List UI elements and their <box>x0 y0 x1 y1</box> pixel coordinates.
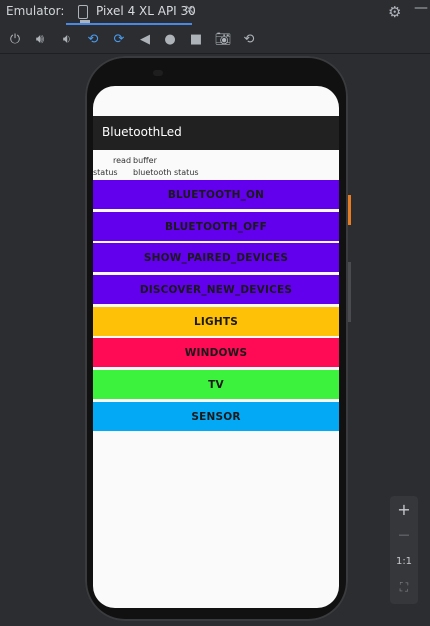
emulator-label: Emulator: <box>6 4 65 18</box>
windows-button[interactable]: WINDOWS <box>93 338 339 367</box>
overview-icon[interactable]: ■ <box>187 30 205 48</box>
tab-close-icon[interactable]: × <box>184 2 196 18</box>
zoom-controls: + — 1:1 ⛶ <box>390 496 418 604</box>
volume-side-button <box>348 262 351 322</box>
emulator-title-bar: Emulator: Pixel 4 XL API 30 × ⚙ — <box>0 0 430 25</box>
bluetooth-off-button[interactable]: BLUETOOTH_OFF <box>93 212 339 241</box>
volume-down-icon[interactable]: 🔉︎ <box>58 30 76 48</box>
app-bar: BluetoothLed <box>93 116 339 150</box>
camera-icon[interactable]: 📷︎ <box>214 30 232 48</box>
power-side-button <box>348 195 351 225</box>
device-tab[interactable]: Pixel 4 XL API 30 × <box>66 0 196 25</box>
bluetooth-status-label: bluetooth status <box>133 168 199 177</box>
fit-screen-icon[interactable]: ⛶ <box>390 580 418 595</box>
home-icon[interactable]: ● <box>161 30 179 48</box>
read-label: read <box>113 156 132 165</box>
front-camera <box>153 70 163 76</box>
device-tab-label: Pixel 4 XL API 30 <box>96 4 196 18</box>
zoom-1-1-button[interactable]: 1:1 <box>390 556 418 567</box>
volume-up-icon[interactable]: 🔊︎ <box>31 30 49 48</box>
app-title: BluetoothLed <box>102 125 182 139</box>
back-icon[interactable]: ◀ <box>136 30 154 48</box>
buffer-label: buffer <box>133 156 157 165</box>
bluetooth-on-button[interactable]: BLUETOOTH_ON <box>93 180 339 209</box>
show-paired-devices-button[interactable]: SHOW_PAIRED_DEVICES <box>93 243 339 272</box>
snapshot-icon[interactable]: ⟲ <box>240 30 258 48</box>
zoom-in-button[interactable]: + <box>390 500 418 519</box>
rotate-left-icon[interactable]: ⟲ <box>84 30 102 48</box>
discover-new-devices-button[interactable]: DISCOVER_NEW_DEVICES <box>93 275 339 304</box>
tv-button[interactable]: TV <box>93 370 339 399</box>
device-icon <box>78 5 90 23</box>
lights-button[interactable]: LIGHTS <box>93 307 339 336</box>
power-icon[interactable]: ⏻ <box>6 30 24 48</box>
sensor-button[interactable]: SENSOR <box>93 402 339 431</box>
gear-icon[interactable]: ⚙ <box>388 3 401 21</box>
minimize-icon[interactable]: — <box>414 0 428 16</box>
rotate-right-icon[interactable]: ⟳ <box>110 30 128 48</box>
status-label: status <box>93 168 118 177</box>
phone-screen: BluetoothLed read buffer status bluetoot… <box>93 86 339 608</box>
emulator-toolbar: ⏻ 🔊︎ 🔉︎ ⟲ ⟳ ◀ ● ■ 📷︎ ⟲ <box>0 25 430 54</box>
zoom-out-button[interactable]: — <box>390 528 418 541</box>
